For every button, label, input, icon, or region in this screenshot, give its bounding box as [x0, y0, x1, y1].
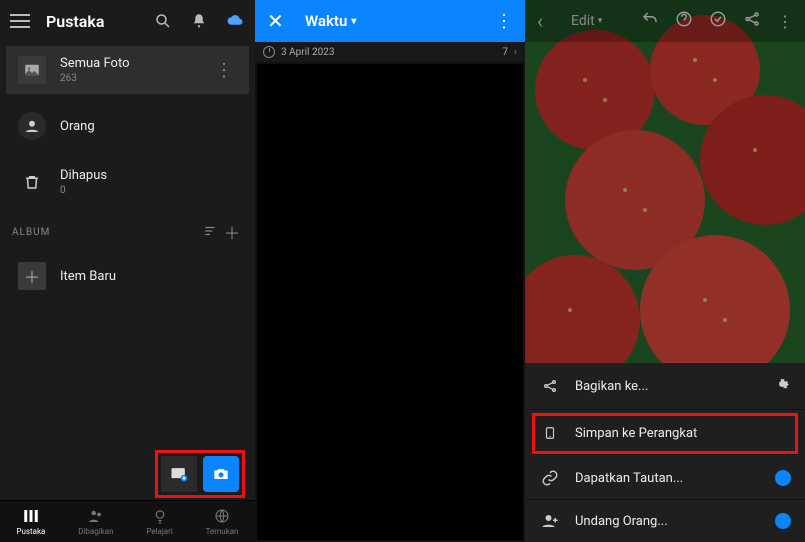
bottom-tabbar: Pustaka Dibagikan Pelajari Temukan — [0, 500, 255, 542]
timeline-title-button[interactable]: Waktu ▾ — [305, 12, 495, 30]
timeline-header: ✕ Waktu ▾ ⋮ — [255, 0, 525, 42]
cloud-sync-icon[interactable] — [225, 11, 245, 31]
bell-icon[interactable] — [189, 11, 209, 31]
tab-shared[interactable]: Dibagikan — [78, 507, 113, 536]
photo-grid-area[interactable] — [257, 64, 523, 540]
tab-label: Pustaka — [16, 527, 45, 536]
page-title: Pustaka — [46, 12, 153, 31]
photos-icon — [18, 56, 46, 84]
share-icon[interactable] — [743, 10, 761, 32]
sidebar-item-deleted[interactable]: Dihapus 0 — [6, 158, 249, 206]
share-sheet: Bagikan ke... Simpan ke Perangkat Dapatk… — [525, 363, 805, 542]
library-panel: Pustaka Semua Foto 263 ⋮ — [0, 0, 255, 542]
title-text: Edit — [571, 13, 595, 29]
editor-title-button[interactable]: Edit ▾ — [571, 13, 641, 29]
item-label: Item Baru — [60, 269, 237, 284]
library-icon — [22, 507, 40, 525]
chevron-down-icon: ▾ — [351, 16, 356, 27]
close-icon[interactable]: ✕ — [267, 9, 287, 33]
chevron-down-icon: ▾ — [598, 16, 603, 26]
item-label: Orang — [60, 119, 237, 134]
tab-label: Dibagikan — [78, 527, 113, 536]
tab-discover[interactable]: Temukan — [206, 507, 239, 536]
sidebar-item-new-album[interactable]: ＋ Item Baru — [6, 252, 249, 300]
add-photo-button[interactable] — [161, 456, 197, 492]
more-icon[interactable]: ⋮ — [777, 12, 793, 31]
clock-icon — [263, 46, 275, 58]
plus-icon: ＋ — [18, 262, 46, 290]
item-count: 263 — [60, 73, 211, 84]
highlight-box — [155, 450, 245, 498]
date-bar[interactable]: 3 April 2023 7 › — [255, 42, 525, 62]
library-header: Pustaka — [0, 0, 255, 42]
row-label: Bagikan ke... — [575, 379, 773, 394]
trash-icon — [18, 168, 46, 196]
tab-label: Temukan — [206, 527, 239, 536]
album-section-header: ALBUM ＋ — [0, 210, 255, 248]
share-row[interactable]: Bagikan ke... — [525, 363, 805, 410]
shared-icon — [87, 507, 105, 525]
people-icon — [18, 112, 46, 140]
menu-icon[interactable] — [10, 14, 30, 28]
lightbulb-icon — [151, 507, 169, 525]
editor-panel: ‹ Edit ▾ ⋮ — [525, 0, 805, 542]
sidebar-item-all-photos[interactable]: Semua Foto 263 ⋮ — [6, 46, 249, 94]
item-count: 0 — [60, 185, 237, 196]
title-text: Waktu — [305, 12, 347, 30]
undo-icon[interactable] — [641, 10, 659, 32]
more-icon[interactable]: ⋮ — [211, 60, 237, 81]
check-circle-icon[interactable] — [709, 10, 727, 32]
sidebar-item-people[interactable]: Orang — [6, 102, 249, 150]
gear-icon[interactable] — [773, 375, 791, 397]
chevron-right-icon: › — [514, 47, 517, 58]
person-add-icon — [539, 512, 561, 530]
globe-icon — [213, 507, 231, 525]
help-icon[interactable] — [675, 10, 693, 32]
get-link-row[interactable]: Dapatkan Tautan... — [525, 457, 805, 500]
tab-learn[interactable]: Pelajari — [146, 507, 172, 536]
row-label: Dapatkan Tautan... — [575, 471, 775, 486]
sort-icon[interactable] — [199, 223, 221, 242]
tab-library[interactable]: Pustaka — [16, 507, 45, 536]
share-icon — [539, 378, 561, 394]
item-label: Dihapus — [60, 168, 237, 183]
back-icon[interactable]: ‹ — [537, 9, 557, 33]
tab-label: Pelajari — [146, 527, 172, 536]
add-album-icon[interactable]: ＋ — [221, 220, 243, 244]
header-actions — [153, 11, 245, 31]
invite-people-row[interactable]: Undang Orang... — [525, 500, 805, 542]
photo-count: 7 — [502, 47, 508, 58]
section-title: ALBUM — [12, 227, 199, 238]
date-label: 3 April 2023 — [281, 47, 334, 58]
timeline-panel: ✕ Waktu ▾ ⋮ 3 April 2023 7 › — [255, 0, 525, 542]
save-to-device-row[interactable]: Simpan ke Perangkat — [531, 412, 799, 455]
status-dot — [775, 470, 791, 486]
row-label: Undang Orang... — [575, 514, 775, 529]
more-icon[interactable]: ⋮ — [495, 11, 513, 32]
status-dot — [775, 513, 791, 529]
link-icon — [539, 469, 561, 487]
item-label: Semua Foto — [60, 56, 211, 71]
editor-header: ‹ Edit ▾ ⋮ — [525, 0, 805, 42]
camera-button[interactable] — [203, 456, 239, 492]
bottom-fab-group — [155, 450, 245, 498]
row-label: Simpan ke Perangkat — [575, 426, 791, 441]
device-icon — [539, 424, 561, 442]
search-icon[interactable] — [153, 11, 173, 31]
